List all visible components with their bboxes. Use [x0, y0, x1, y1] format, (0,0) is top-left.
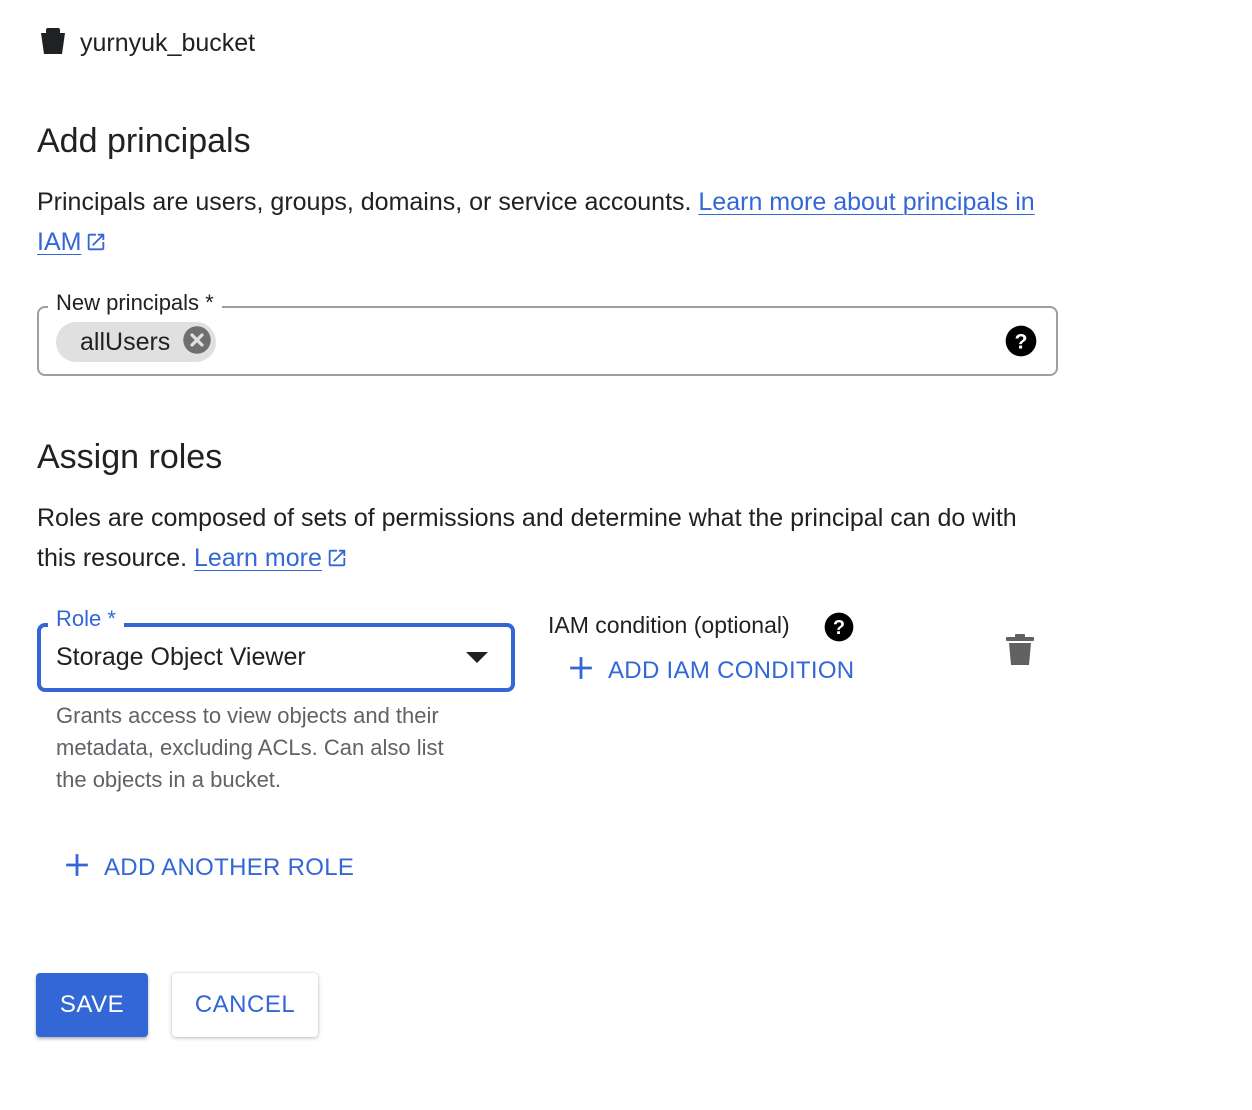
add-iam-condition-button[interactable]: ADD IAM CONDITION — [568, 654, 854, 688]
role-description: Grants access to view objects and their … — [56, 703, 444, 792]
role-selected-value: Storage Object Viewer — [56, 643, 306, 671]
cancel-button[interactable]: CANCEL — [172, 973, 318, 1037]
plus-icon — [64, 847, 90, 885]
principal-chip: allUsers — [56, 322, 217, 362]
iam-condition-label: IAM condition (optional) — [548, 612, 790, 638]
roles-description: Roles are composed of sets of permission… — [37, 498, 1047, 581]
external-link-icon — [326, 541, 348, 581]
svg-text:?: ? — [1014, 329, 1027, 353]
chip-remove-icon[interactable] — [182, 325, 212, 360]
principals-description: Principals are users, groups, domains, o… — [37, 182, 1047, 265]
save-button[interactable]: SAVE — [36, 973, 148, 1037]
roles-description-text: Roles are composed of sets of permission… — [37, 504, 1017, 572]
principals-description-text: Principals are users, groups, domains, o… — [37, 188, 699, 216]
new-principals-label: New principals * — [48, 290, 222, 316]
assign-roles-heading: Assign roles — [37, 438, 223, 476]
add-iam-condition-label: ADD IAM CONDITION — [608, 657, 855, 684]
principals-help-icon[interactable]: ? — [1005, 325, 1037, 357]
bucket-name: yurnyuk_bucket — [80, 29, 256, 57]
dropdown-arrow-icon[interactable] — [466, 652, 488, 663]
learn-more-roles-link[interactable]: Learn more — [194, 544, 322, 572]
iam-condition-help-icon[interactable]: ? — [824, 612, 854, 642]
add-principals-heading: Add principals — [37, 122, 251, 160]
principal-chip-label: allUsers — [80, 327, 171, 356]
bucket-header: yurnyuk_bucket — [38, 26, 255, 61]
learn-more-roles-text: Learn more — [194, 544, 322, 572]
delete-role-icon[interactable] — [1006, 634, 1034, 671]
role-label: Role * — [48, 606, 124, 632]
bucket-icon — [38, 26, 68, 61]
plus-icon — [568, 650, 594, 688]
svg-text:?: ? — [833, 617, 845, 639]
external-link-icon — [85, 225, 107, 265]
add-another-role-button[interactable]: ADD ANOTHER ROLE — [64, 851, 354, 885]
add-another-role-label: ADD ANOTHER ROLE — [104, 854, 355, 881]
